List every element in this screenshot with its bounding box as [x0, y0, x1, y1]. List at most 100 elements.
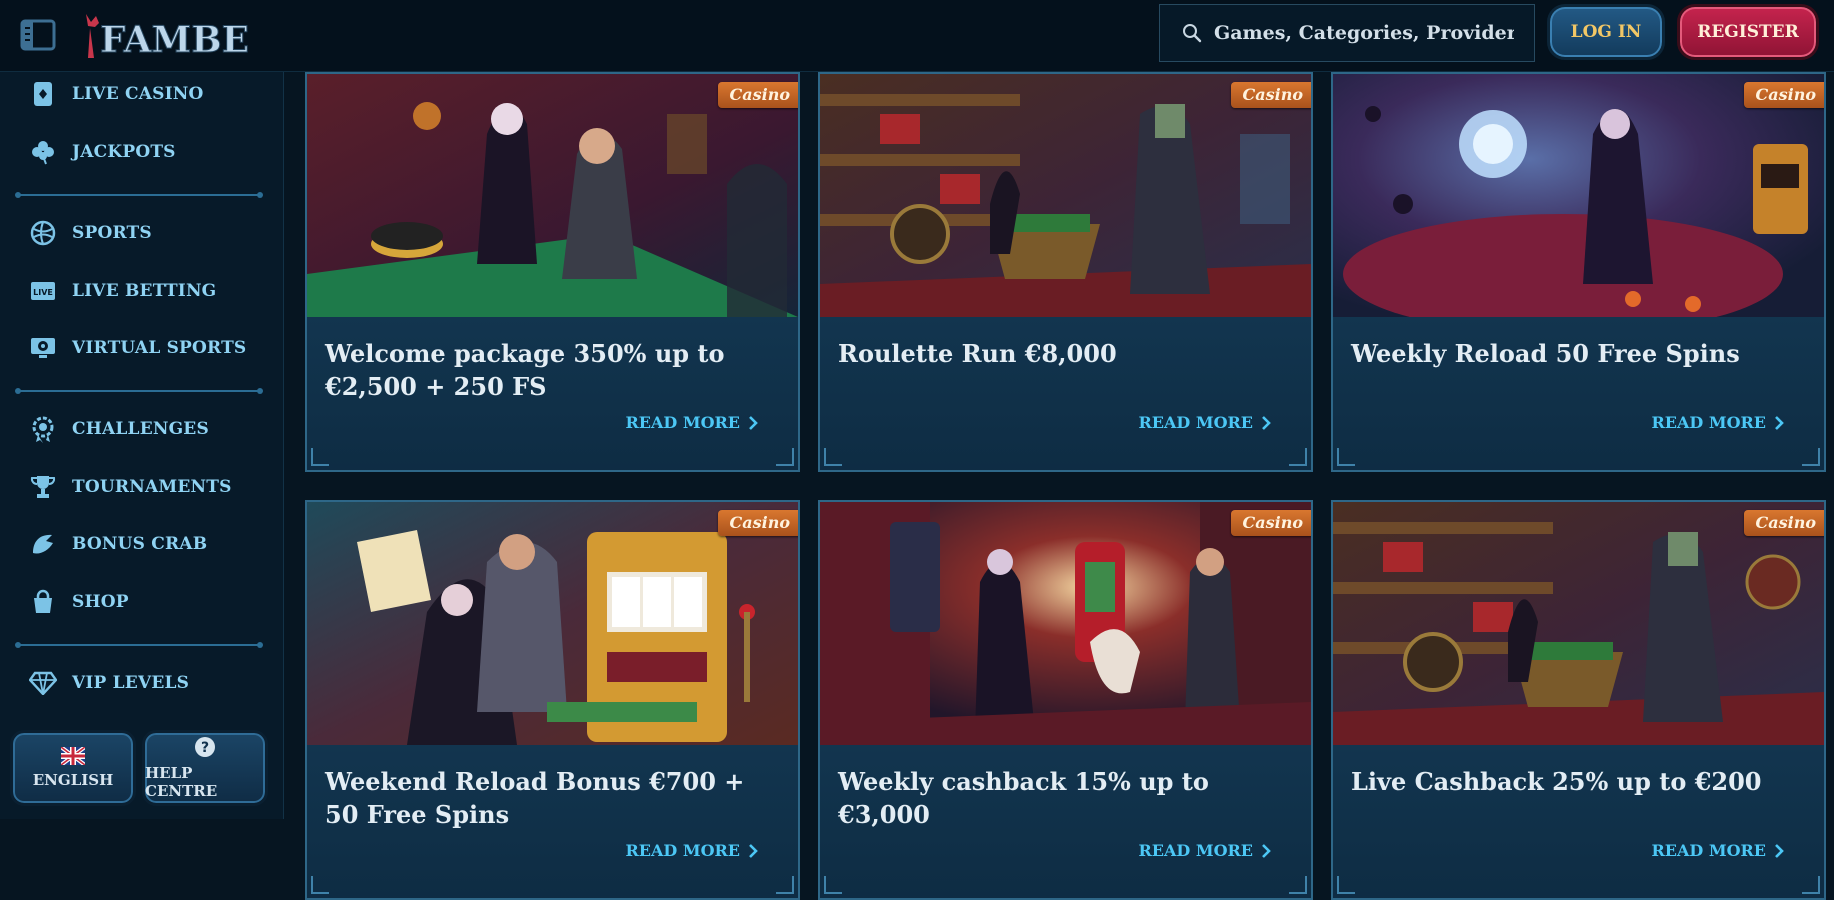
promo-image — [307, 502, 798, 745]
sidebar-item-challenges[interactable]: CHALLENGES — [28, 409, 268, 449]
search-input[interactable] — [1212, 21, 1516, 45]
read-more-link[interactable]: READ MORE — [1139, 413, 1272, 432]
promo-card[interactable]: Casino Welcome package 350% up to €2,500… — [305, 72, 800, 472]
svg-text:LIVE: LIVE — [33, 288, 53, 297]
card-corner-ornament — [1802, 876, 1820, 894]
language-button[interactable]: ENGLISH — [10, 730, 136, 806]
top-header: FAMBET LOG IN REGISTER — [0, 0, 1834, 72]
chevron-right-icon — [749, 415, 758, 430]
divider — [15, 642, 263, 648]
promo-title: Weekly Reload 50 Free Spins — [1351, 339, 1740, 368]
language-label: ENGLISH — [32, 771, 114, 789]
help-centre-label: HELP CENTRE — [145, 764, 218, 800]
sidebar-item-label: JACKPOTS — [72, 142, 176, 162]
divider — [15, 388, 263, 394]
svg-text:FAMBET: FAMBET — [100, 19, 248, 61]
sidebar: LIVE CASINO JACKPOTS SPORTS LIVE LIVE BE… — [0, 72, 284, 819]
promo-title: Weekly cashback 15% up to €3,000 — [838, 767, 1209, 829]
sidebar-item-label: TOURNAMENTS — [72, 477, 232, 497]
sidebar-item-label: SHOP — [72, 592, 129, 612]
live-casino-icon — [28, 79, 58, 109]
category-badge: Casino — [1230, 82, 1311, 108]
read-more-link[interactable]: READ MORE — [1139, 841, 1272, 860]
login-button[interactable]: LOG IN — [1547, 4, 1665, 60]
trophy-icon — [28, 472, 58, 502]
promo-card-body: Roulette Run €8,000 READ MORE — [820, 317, 1311, 470]
sidebar-item-label: CHALLENGES — [72, 419, 209, 439]
fambet-logo[interactable]: FAMBET — [78, 8, 277, 64]
card-corner-ornament — [1289, 448, 1307, 466]
search-icon — [1183, 24, 1202, 43]
clover-icon — [28, 137, 58, 167]
chevron-right-icon — [749, 843, 758, 858]
category-badge: Casino — [1743, 510, 1824, 536]
sidebar-item-label: SPORTS — [72, 223, 152, 243]
sidebar-item-jackpots[interactable]: JACKPOTS — [28, 132, 268, 172]
category-badge: Casino — [1743, 82, 1824, 108]
sidebar-item-label: LIVE BETTING — [72, 281, 217, 301]
promo-card-body: Weekly cashback 15% up to €3,000 READ MO… — [820, 745, 1311, 898]
diamond-icon — [28, 668, 58, 698]
divider — [15, 192, 263, 198]
category-badge: Casino — [1230, 510, 1311, 536]
search-bar[interactable] — [1159, 4, 1535, 62]
challenge-badge-icon — [28, 414, 58, 444]
read-more-label: READ MORE — [625, 841, 741, 860]
read-more-label: READ MORE — [1138, 841, 1254, 860]
sidebar-toggle-icon[interactable] — [20, 18, 56, 52]
sidebar-item-label: VIP LEVELS — [72, 673, 190, 693]
card-corner-ornament — [311, 448, 329, 466]
virtual-sports-icon — [28, 333, 58, 363]
card-corner-ornament — [776, 876, 794, 894]
read-more-label: READ MORE — [625, 413, 741, 432]
uk-flag-icon — [61, 747, 85, 765]
card-corner-ornament — [1337, 448, 1355, 466]
sidebar-item-shop[interactable]: SHOP — [28, 582, 268, 622]
category-badge: Casino — [717, 82, 798, 108]
sidebar-item-live-casino[interactable]: LIVE CASINO — [28, 74, 268, 114]
promo-card[interactable]: Casino Weekly cashback 15% up to €3,000 … — [818, 500, 1313, 900]
sidebar-item-tournaments[interactable]: TOURNAMENTS — [28, 467, 268, 507]
promo-card[interactable]: Casino Weekend Reload Bonus €700 + 50 Fr… — [305, 500, 800, 900]
sidebar-item-label: VIRTUAL SPORTS — [72, 338, 247, 358]
chevron-right-icon — [1262, 415, 1271, 430]
promo-title: Welcome package 350% up to €2,500 + 250 … — [325, 339, 725, 401]
promo-card[interactable]: Casino Weekly Reload 50 Free Spins READ … — [1331, 72, 1826, 472]
card-corner-ornament — [776, 448, 794, 466]
card-corner-ornament — [1289, 876, 1307, 894]
card-corner-ornament — [311, 876, 329, 894]
promo-title: Weekend Reload Bonus €700 + 50 Free Spin… — [325, 767, 745, 829]
promo-title: Live Cashback 25% up to €200 — [1351, 767, 1762, 796]
sidebar-item-vip-levels[interactable]: VIP LEVELS — [28, 663, 268, 703]
sidebar-item-virtual-sports[interactable]: VIRTUAL SPORTS — [28, 328, 268, 368]
svg-text:?: ? — [201, 740, 209, 756]
sidebar-item-label: BONUS CRAB — [72, 534, 208, 554]
card-corner-ornament — [824, 876, 842, 894]
promo-image — [307, 74, 798, 317]
sidebar-item-bonus-crab[interactable]: BONUS CRAB — [28, 524, 268, 564]
promo-title: Roulette Run €8,000 — [838, 339, 1117, 368]
promo-image — [1333, 74, 1824, 317]
sidebar-item-live-betting[interactable]: LIVE LIVE BETTING — [28, 271, 268, 311]
sidebar-item-sports[interactable]: SPORTS — [28, 213, 268, 253]
register-button[interactable]: REGISTER — [1677, 4, 1819, 60]
read-more-label: READ MORE — [1651, 413, 1767, 432]
live-tv-icon: LIVE — [28, 276, 58, 306]
read-more-link[interactable]: READ MORE — [626, 413, 759, 432]
promo-image — [820, 74, 1311, 317]
help-icon: ? — [195, 737, 215, 757]
promo-card[interactable]: Casino Live Cashback 25% up to €200 READ… — [1331, 500, 1826, 900]
read-more-label: READ MORE — [1138, 413, 1254, 432]
read-more-link[interactable]: READ MORE — [1652, 841, 1785, 860]
chevron-right-icon — [1775, 843, 1784, 858]
card-corner-ornament — [1802, 448, 1820, 466]
shopping-bag-icon — [28, 587, 58, 617]
promo-card[interactable]: Casino Roulette Run €8,000 READ MORE — [818, 72, 1313, 472]
chevron-right-icon — [1262, 843, 1271, 858]
help-centre-button[interactable]: ? HELP CENTRE — [142, 730, 268, 806]
ball-icon — [28, 218, 58, 248]
crab-claw-icon — [28, 529, 58, 559]
read-more-link[interactable]: READ MORE — [1652, 413, 1785, 432]
read-more-link[interactable]: READ MORE — [626, 841, 759, 860]
promo-image — [1333, 502, 1824, 745]
